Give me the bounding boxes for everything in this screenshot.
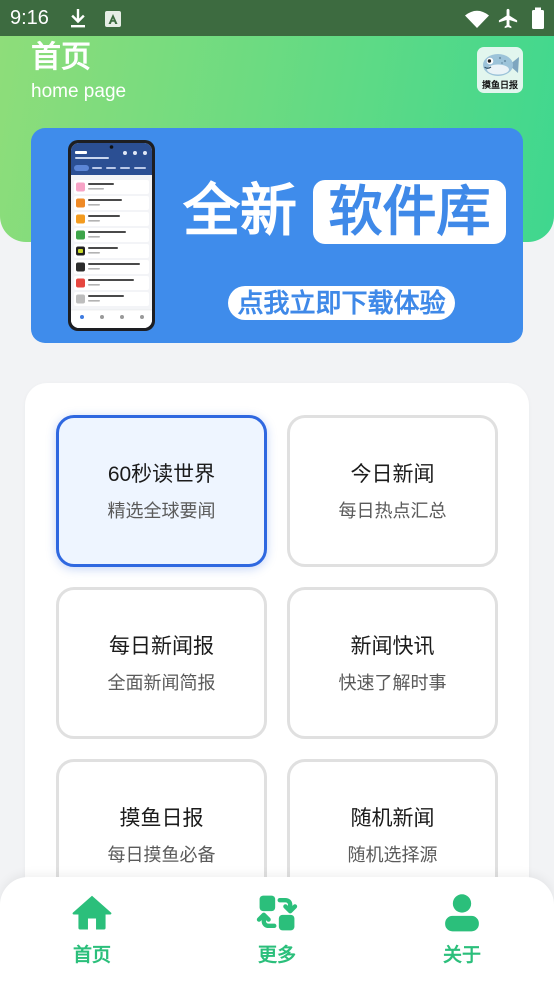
download-icon xyxy=(71,9,85,28)
card-subtitle: 全面新闻简报 xyxy=(107,673,216,693)
source-card-today-news[interactable]: 今日新闻 每日热点汇总 xyxy=(287,415,498,567)
a-notification-icon xyxy=(105,11,121,27)
nav-label-more: 更多 xyxy=(257,945,296,966)
nav-label-about: 关于 xyxy=(442,945,481,966)
banner-headline: 全新 xyxy=(183,179,297,243)
source-card-daily-briefing[interactable]: 每日新闻报 全面新闻简报 xyxy=(56,587,267,739)
swap-refresh-icon xyxy=(256,895,298,931)
card-title: 今日新闻 xyxy=(350,463,435,486)
source-card-60s-world[interactable]: 60秒读世界 精选全球要闻 xyxy=(56,415,267,567)
card-title: 每日新闻报 xyxy=(109,635,214,658)
wifi-icon xyxy=(465,10,489,28)
card-title: 60秒读世界 xyxy=(107,463,216,486)
card-subtitle: 精选全球要闻 xyxy=(107,501,216,521)
card-subtitle: 快速了解时事 xyxy=(338,673,447,693)
software-library-banner[interactable]: 全新 软件库 点我立即下载体验 xyxy=(31,128,523,343)
source-card-news-flash[interactable]: 新闻快讯 快速了解时事 xyxy=(287,587,498,739)
person-icon xyxy=(445,894,479,932)
banner-download-button[interactable]: 点我立即下载体验 xyxy=(228,286,455,320)
banner-highlight-badge: 软件库 xyxy=(313,180,506,244)
nav-item-home[interactable]: 首页 xyxy=(32,877,152,984)
status-time: 9:16 xyxy=(10,7,49,29)
nav-item-about[interactable]: 关于 xyxy=(402,877,522,984)
card-title: 摸鱼日报 xyxy=(119,807,204,830)
home-icon xyxy=(72,895,112,930)
nav-label-home: 首页 xyxy=(72,945,111,966)
bottom-navigation: 首页 更多 关于 xyxy=(0,877,554,984)
page-title: 首页 xyxy=(31,41,91,74)
card-title: 随机新闻 xyxy=(350,807,435,830)
status-bar: 9:16 xyxy=(0,0,554,36)
card-title: 新闻快讯 xyxy=(350,635,435,658)
fish-icon xyxy=(483,54,519,76)
card-subtitle: 每日热点汇总 xyxy=(338,501,447,521)
app-logo-text: 摸鱼日报 xyxy=(481,80,518,90)
phone-preview-image xyxy=(68,140,155,331)
page-subtitle: home page xyxy=(31,81,127,102)
battery-icon xyxy=(532,7,544,29)
card-subtitle: 每日摸鱼必备 xyxy=(107,845,216,865)
app-logo: 摸鱼日报 xyxy=(477,47,523,93)
card-subtitle: 随机选择源 xyxy=(347,845,438,865)
nav-item-more[interactable]: 更多 xyxy=(217,877,337,984)
airplane-mode-icon xyxy=(498,8,518,29)
